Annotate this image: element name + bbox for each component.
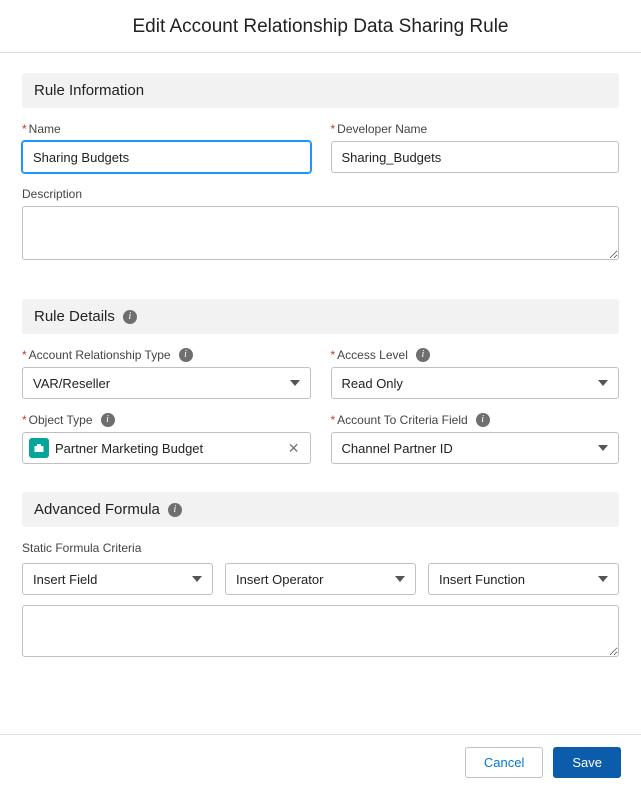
info-icon[interactable]: i (101, 413, 115, 427)
object-type-input[interactable]: Partner Marketing Budget ✕ (22, 432, 311, 464)
modal-title: Edit Account Relationship Data Sharing R… (0, 0, 641, 52)
info-icon[interactable]: i (476, 413, 490, 427)
info-icon[interactable]: i (123, 310, 137, 324)
access-level-label: * Access Level i (331, 348, 620, 362)
access-level-select[interactable]: Read Only (331, 367, 620, 399)
required-asterisk: * (22, 348, 27, 362)
save-button[interactable]: Save (553, 747, 621, 778)
developer-name-label: * Developer Name (331, 122, 620, 136)
insert-function-select[interactable]: Insert Function (428, 563, 619, 595)
chevron-down-icon (598, 576, 608, 582)
insert-operator-select[interactable]: Insert Operator (225, 563, 416, 595)
account-relationship-type-select[interactable]: VAR/Reseller (22, 367, 311, 399)
required-asterisk: * (331, 413, 336, 427)
object-icon (29, 438, 49, 458)
info-icon[interactable]: i (168, 503, 182, 517)
formula-textarea[interactable] (22, 605, 619, 657)
chevron-down-icon (192, 576, 202, 582)
account-to-criteria-select[interactable]: Channel Partner ID (331, 432, 620, 464)
description-textarea[interactable] (22, 206, 619, 260)
section-title: Rule Details (34, 308, 115, 325)
required-asterisk: * (22, 122, 27, 136)
developer-name-input[interactable] (331, 141, 620, 173)
object-type-pill: Partner Marketing Budget (29, 438, 203, 458)
section-advanced-formula: Advanced Formula i (22, 492, 619, 527)
section-rule-information: Rule Information (22, 73, 619, 108)
chevron-down-icon (598, 380, 608, 386)
static-formula-criteria-label: Static Formula Criteria (22, 541, 619, 555)
info-icon[interactable]: i (416, 348, 430, 362)
required-asterisk: * (331, 122, 336, 136)
section-title: Rule Information (34, 82, 144, 99)
required-asterisk: * (22, 413, 27, 427)
section-title: Advanced Formula (34, 501, 160, 518)
chevron-down-icon (290, 380, 300, 386)
description-label: Description (22, 187, 619, 201)
chevron-down-icon (598, 445, 608, 451)
chevron-down-icon (395, 576, 405, 582)
clear-icon[interactable]: ✕ (284, 440, 304, 457)
account-to-criteria-label: * Account To Criteria Field i (331, 413, 620, 427)
required-asterisk: * (331, 348, 336, 362)
section-rule-details: Rule Details i (22, 299, 619, 334)
object-type-label: * Object Type i (22, 413, 311, 427)
insert-field-select[interactable]: Insert Field (22, 563, 213, 595)
modal-footer: Cancel Save (0, 734, 641, 790)
info-icon[interactable]: i (179, 348, 193, 362)
account-relationship-type-label: * Account Relationship Type i (22, 348, 311, 362)
modal-body: Rule Information * Name * Developer Name… (0, 53, 641, 734)
name-label: * Name (22, 122, 311, 136)
cancel-button[interactable]: Cancel (465, 747, 543, 778)
name-input[interactable] (22, 141, 311, 173)
